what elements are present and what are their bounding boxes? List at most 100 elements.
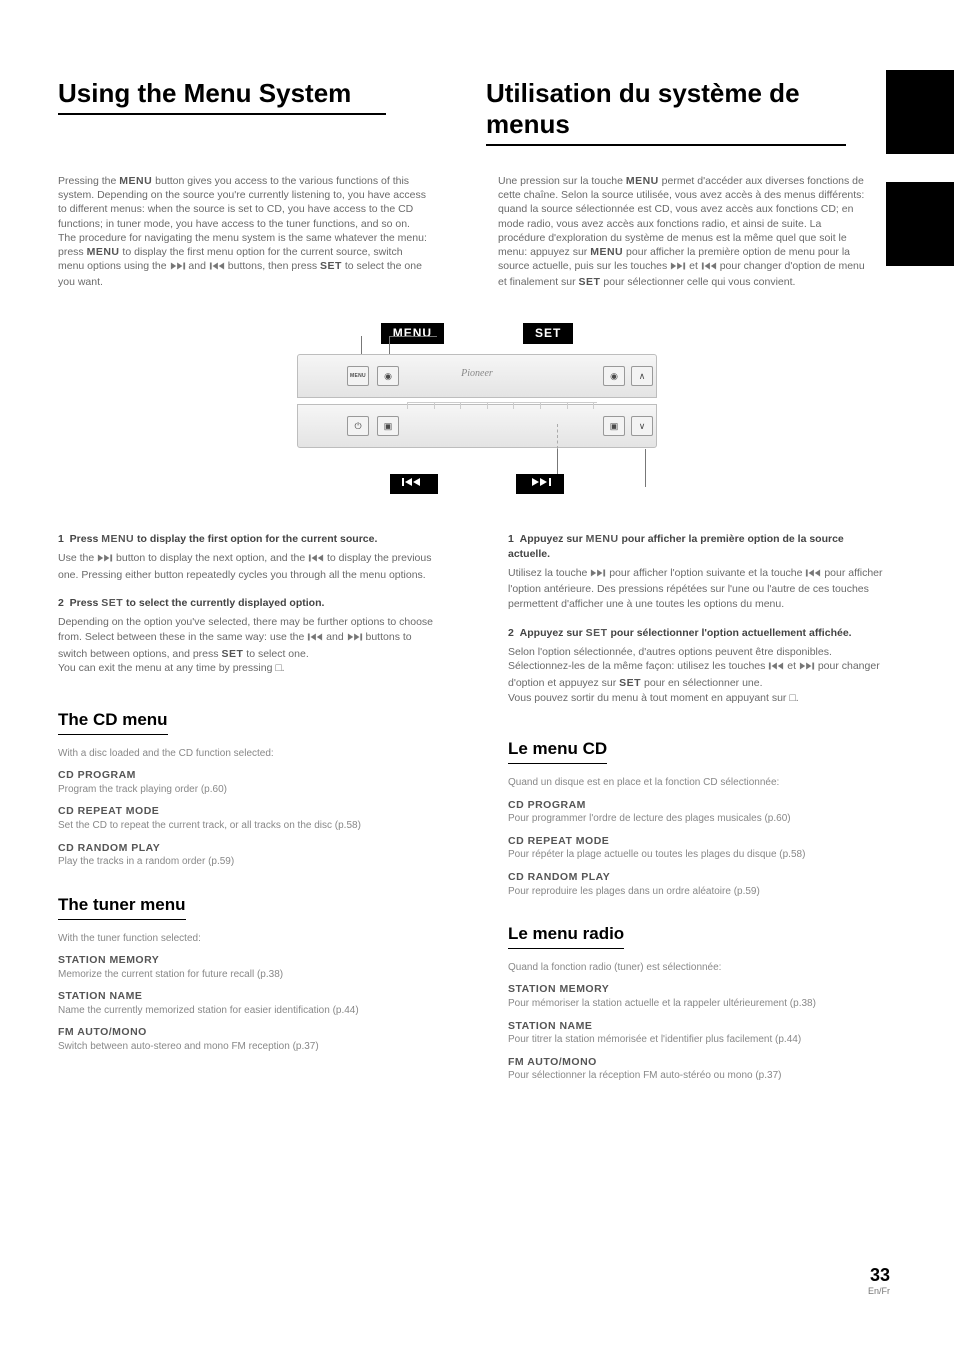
- menu-kw2: MENU: [87, 246, 120, 258]
- tuner-intro-fr: Quand la fonction radio (tuner) est séle…: [508, 961, 888, 975]
- station-memory-desc-fr: Pour mémoriser la station actuelle et la…: [508, 997, 888, 1011]
- next-callout: [516, 474, 564, 494]
- step-2-en: 2 Press SET to select the currently disp…: [58, 596, 438, 675]
- cd-repeat-en: CD REPEAT MODE: [58, 804, 438, 819]
- chevron-up-icon: ∧: [639, 371, 646, 382]
- station-memory-en: STATION MEMORY: [58, 953, 438, 968]
- set-glyph: ◉: [384, 371, 392, 382]
- stop-icon-inline: □: [275, 662, 281, 674]
- skip-prev-icon: [400, 477, 428, 487]
- cd-program-desc-en: Program the track playing order (p.60): [58, 783, 438, 797]
- intro-row: Pressing the MENU button gives you acces…: [58, 174, 896, 289]
- prev-next-callouts: [58, 474, 896, 514]
- up-button[interactable]: ∧: [631, 366, 653, 386]
- cd-intro-fr: Quand un disque est en place et la fonct…: [508, 776, 888, 790]
- cd-repeat-desc-fr: Pour répéter la plage actuelle ou toutes…: [508, 848, 888, 862]
- set-kw-fr3: SET: [619, 677, 641, 689]
- set-kw: SET: [320, 260, 342, 272]
- station-name-desc-en: Name the currently memorized station for…: [58, 1004, 438, 1018]
- title-en: Using the Menu System: [58, 78, 386, 115]
- station-name-en: STATION NAME: [58, 989, 438, 1004]
- prev-icon: [768, 661, 784, 676]
- prev-icon: [308, 553, 324, 568]
- next-icon: [170, 261, 186, 275]
- prev-callout: [390, 474, 438, 494]
- display-icon: ◉: [610, 371, 618, 382]
- chevron-down-icon: ∨: [639, 421, 646, 432]
- fm-auto-desc-fr: Pour sélectionner la réception FM auto-s…: [508, 1069, 888, 1083]
- stop-icon-inline: □: [789, 692, 795, 704]
- power-button[interactable]: ⏻: [347, 416, 369, 436]
- cd-random-desc-en: Play the tracks in a random order (p.59): [58, 855, 438, 869]
- set-kw-fr: SET: [579, 276, 601, 288]
- cd-program-desc-fr: Pour programmer l'ordre de lecture des p…: [508, 812, 888, 826]
- intro-en: Pressing the MENU button gives you acces…: [58, 174, 428, 289]
- connector-line: [389, 336, 437, 337]
- cd-repeat-desc-en: Set the CD to repeat the current track, …: [58, 819, 438, 833]
- device-diagram: Pioneer MENU ◉ ⏻ ▣ ◉ ∧ ▣ ∨: [297, 354, 657, 464]
- tuner-menu-heading-fr: Le menu radio: [508, 922, 624, 949]
- brand-label: Pioneer: [461, 368, 493, 379]
- set-kw-fr2: SET: [586, 627, 608, 639]
- set-kw3: SET: [221, 648, 243, 660]
- step-1-en: 1 Press MENU to display the first option…: [58, 532, 438, 582]
- menu-button[interactable]: MENU: [347, 366, 369, 386]
- prev-icon: [701, 261, 717, 275]
- connector-line: [557, 424, 558, 449]
- cd-intro-en: With a disc loaded and the CD function s…: [58, 747, 438, 761]
- intro-fr: Une pression sur la touche MENU permet d…: [498, 174, 868, 289]
- side-tab-2: [886, 182, 954, 266]
- station-name-desc-fr: Pour titrer la station mémorisée et l'id…: [508, 1033, 888, 1047]
- power-icon: ⏻: [354, 421, 361, 432]
- next-icon: [590, 568, 606, 583]
- cd-random-fr: CD RANDOM PLAY: [508, 870, 888, 885]
- page-lang: En/Fr: [868, 1286, 890, 1296]
- step-2-fr: 2 Appuyez sur SET pour sélectionner l'op…: [508, 626, 888, 705]
- device-illustration: MENU SET Pioneer MENU ◉ ⏻ ▣ ◉ ∧ ▣ ∨: [58, 323, 896, 514]
- menu-kw3: MENU: [101, 533, 134, 545]
- fm-auto-fr: FM AUTO/MONO: [508, 1055, 888, 1070]
- cd-menu-heading-en: The CD menu: [58, 708, 168, 735]
- menu-kw-fr: MENU: [626, 175, 659, 187]
- skip-next-icon: [526, 477, 554, 487]
- set-kw2: SET: [101, 597, 123, 609]
- display-button[interactable]: ◉: [603, 366, 625, 386]
- set-button[interactable]: ◉: [377, 366, 399, 386]
- station-memory-fr: STATION MEMORY: [508, 982, 888, 997]
- next-icon: [670, 261, 686, 275]
- device-callout-labels: MENU SET: [58, 323, 896, 344]
- title-fr: Utilisation du système de menus: [486, 78, 846, 146]
- next-icon: [347, 632, 363, 647]
- timer-button[interactable]: ▣: [603, 416, 625, 436]
- stop-button[interactable]: ▣: [377, 416, 399, 436]
- set-callout: SET: [523, 323, 573, 344]
- side-tab-1: [886, 70, 954, 154]
- tuner-scale: [407, 402, 597, 414]
- stop-icon: ▣: [384, 421, 393, 432]
- station-name-fr: STATION NAME: [508, 1019, 888, 1034]
- down-button[interactable]: ∨: [631, 416, 653, 436]
- menu-kw-fr2: MENU: [590, 246, 623, 258]
- menu-kw: MENU: [119, 175, 152, 187]
- body-columns: 1 Press MENU to display the first option…: [58, 532, 896, 1089]
- page-footer: 33 En/Fr: [868, 1265, 890, 1296]
- menu-kw-fr3: MENU: [586, 533, 619, 545]
- page-number: 33: [868, 1265, 890, 1286]
- cd-random-desc-fr: Pour reproduire les plages dans un ordre…: [508, 885, 888, 899]
- cd-random-en: CD RANDOM PLAY: [58, 841, 438, 856]
- cd-program-en: CD PROGRAM: [58, 768, 438, 783]
- station-memory-desc-en: Memorize the current station for future …: [58, 968, 438, 982]
- step-1-fr: 1 Appuyez sur MENU pour afficher la prem…: [508, 532, 888, 611]
- manual-page: Using the Menu System Utilisation du sys…: [0, 0, 954, 1348]
- menu-callout: MENU: [381, 323, 444, 344]
- prev-icon: [307, 632, 323, 647]
- next-icon: [799, 661, 815, 676]
- fm-auto-desc-en: Switch between auto-stereo and mono FM r…: [58, 1040, 438, 1054]
- cd-menu-heading-fr: Le menu CD: [508, 737, 607, 764]
- next-icon: [97, 553, 113, 568]
- fm-auto-en: FM AUTO/MONO: [58, 1025, 438, 1040]
- timer-icon: ▣: [610, 421, 619, 432]
- tuner-intro-en: With the tuner function selected:: [58, 932, 438, 946]
- col-fr: 1 Appuyez sur MENU pour afficher la prem…: [508, 532, 888, 1089]
- cd-repeat-fr: CD REPEAT MODE: [508, 834, 888, 849]
